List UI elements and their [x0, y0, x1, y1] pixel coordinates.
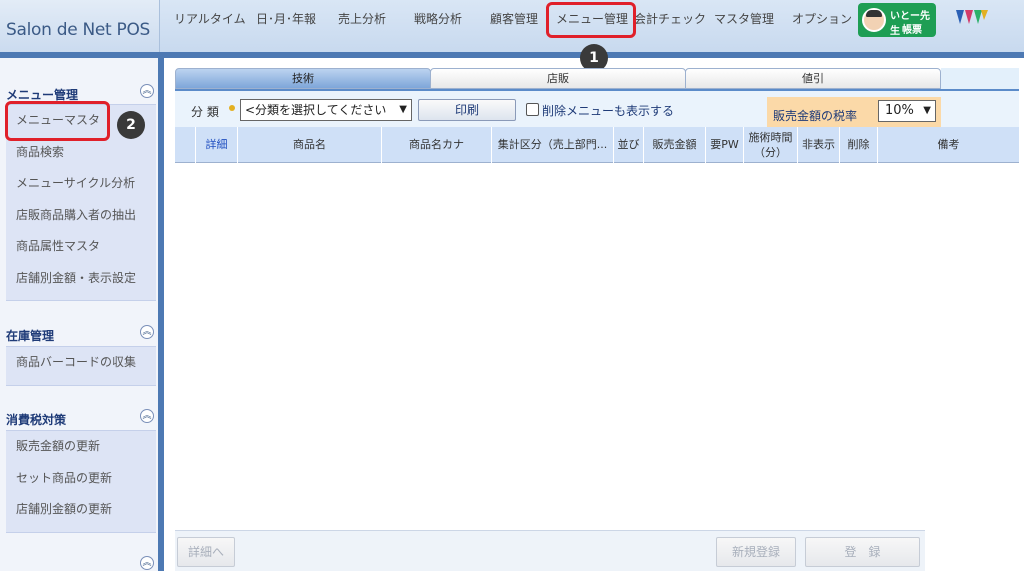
column-header-detail[interactable]: 詳細	[195, 127, 237, 163]
nav-item-customer[interactable]: 顧客管理	[490, 10, 538, 27]
print-button[interactable]: 印刷	[418, 99, 516, 121]
footer-bar: 詳細へ 新規登録 登 録	[175, 530, 925, 571]
column-header-hidden[interactable]: 非表示	[797, 127, 839, 163]
category-select[interactable]: <分類を選択してください ▼	[240, 99, 412, 121]
nav-item-realtime[interactable]: リアルタイム	[174, 10, 246, 27]
sidebar-highlight-box	[5, 101, 110, 141]
nav-item-sales-analysis[interactable]: 売上分析	[338, 10, 386, 27]
sidebar-item-barcode[interactable]: 商品バーコードの収集	[6, 347, 156, 379]
detail-button[interactable]: 詳細へ	[177, 537, 235, 567]
sidebar-spacer	[6, 293, 156, 301]
sidebar-item-product-search[interactable]: 商品検索	[6, 137, 156, 169]
nav-highlight-box	[546, 2, 636, 38]
tab-technique[interactable]: 技術	[175, 68, 431, 89]
collapse-tax-icon[interactable]: ︽	[140, 409, 154, 423]
column-header-password[interactable]: 要PW	[705, 127, 743, 163]
column-header-duration[interactable]: 施術時間（分）	[743, 127, 797, 163]
nav-item-options[interactable]: オプション	[792, 10, 852, 27]
avatar	[862, 8, 886, 32]
new-register-button[interactable]: 新規登録	[716, 537, 796, 567]
register-button[interactable]: 登 録	[805, 537, 920, 567]
sidebar-section-tax-title: 消費税対策	[6, 413, 67, 427]
tab-retail[interactable]: 店販	[430, 68, 686, 89]
sidebar-list-tax: 販売金額の更新 セット商品の更新 店舗別金額の更新	[6, 430, 156, 526]
sidebar-list-stock: 商品バーコードの収集	[6, 346, 156, 379]
column-header-price[interactable]: 販売金額	[643, 127, 705, 163]
chevron-down-icon: ▼	[923, 105, 931, 116]
column-header-name[interactable]: 商品名	[237, 127, 381, 163]
user-badge[interactable]: いとー先生 帳票	[858, 3, 936, 37]
column-header-kana[interactable]: 商品名カナ	[381, 127, 491, 163]
app-logo: Salon de Net POS	[0, 0, 160, 58]
sidebar-item-update-set[interactable]: セット商品の更新	[6, 463, 156, 495]
category-label: 分 類	[191, 105, 219, 119]
show-deleted-label: 削除メニューも表示する	[542, 104, 675, 118]
tab-discount[interactable]: 値引	[685, 68, 941, 89]
sidebar-section-stock-title: 在庫管理	[6, 329, 55, 343]
nav-item-reports[interactable]: 日･月･年報	[256, 10, 316, 27]
sidebar-spacer	[6, 378, 156, 386]
toolbar: 分 類 <分類を選択してください ▼ 印刷 削除メニューも表示する 販売金額の税…	[175, 89, 1019, 129]
tab-bar: 技術 店販 値引	[175, 68, 941, 89]
column-header-delete[interactable]: 削除	[839, 127, 877, 163]
tax-rate-select[interactable]: 10% ▼	[878, 100, 936, 122]
sidebar-spacer	[6, 525, 156, 533]
sidebar-item-menu-cycle[interactable]: メニューサイクル分析	[6, 168, 156, 200]
table-header: 詳細 商品名 商品名カナ 集計区分（売上部門... 並び 販売金額 要PW 施術…	[175, 127, 1019, 163]
tab-bar-fill	[941, 68, 1019, 89]
required-dot-icon	[229, 105, 235, 111]
nav-item-accounting-check[interactable]: 会計チェック	[634, 10, 706, 27]
collapse-menu-icon[interactable]: ︽	[140, 84, 154, 98]
sidebar-item-purchaser-extract[interactable]: 店販商品購入者の抽出	[6, 200, 156, 232]
column-header-select	[175, 127, 195, 163]
column-header-notes[interactable]: 備考	[877, 127, 1019, 163]
app-header: Salon de Net POS リアルタイム 日･月･年報 売上分析 戦略分析…	[0, 0, 1024, 58]
annotation-badge-2: 2	[117, 111, 145, 139]
collapse-icon[interactable]: ︽	[140, 556, 154, 570]
chevron-down-icon: ▼	[399, 104, 407, 115]
table-body	[175, 163, 1019, 528]
sidebar-item-store-price[interactable]: 店舗別金額・表示設定	[6, 263, 156, 295]
sidebar-item-update-store-price[interactable]: 店舗別金額の更新	[6, 494, 156, 526]
nav-item-strategy-analysis[interactable]: 戦略分析	[414, 10, 462, 27]
sidebar-divider[interactable]	[158, 58, 164, 571]
nav-item-master[interactable]: マスタ管理	[714, 10, 774, 27]
show-deleted-checkbox[interactable]	[526, 103, 539, 116]
tax-rate-box: 販売金額の税率 10% ▼	[767, 97, 941, 129]
collapse-stock-icon[interactable]: ︽	[140, 325, 154, 339]
column-header-order[interactable]: 並び	[613, 127, 643, 163]
sidebar-item-update-price[interactable]: 販売金額の更新	[6, 431, 156, 463]
column-header-category[interactable]: 集計区分（売上部門...	[491, 127, 613, 163]
app-logo-text: Salon de Net POS	[6, 20, 151, 40]
tax-rate-label: 販売金額の税率	[773, 109, 858, 123]
brand-logo-icon	[956, 10, 988, 24]
sidebar-item-product-attr[interactable]: 商品属性マスタ	[6, 231, 156, 263]
tax-rate-value: 10%	[885, 103, 914, 118]
category-select-value: <分類を選択してください	[245, 103, 387, 117]
user-sub: 帳票	[902, 25, 922, 36]
